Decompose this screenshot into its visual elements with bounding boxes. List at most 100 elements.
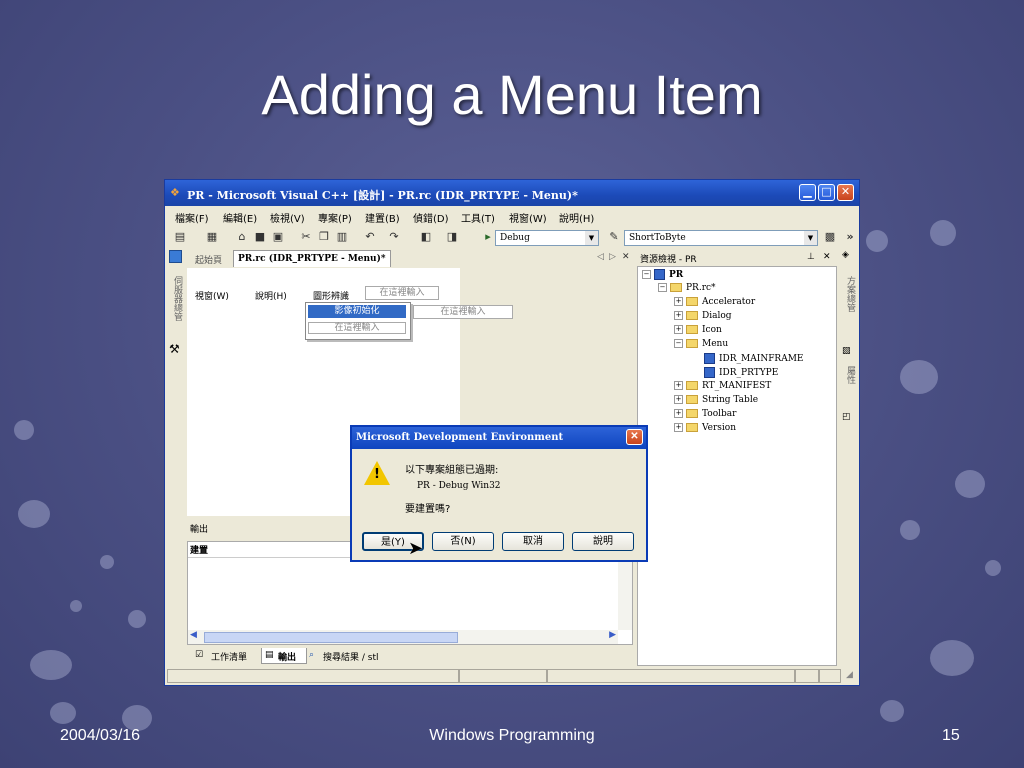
close-button[interactable]: ✕ — [837, 184, 854, 201]
bg-dot — [50, 702, 76, 724]
find-combo[interactable]: ShortToByte ▼ — [624, 230, 818, 246]
tree-item-version[interactable]: + Version — [674, 423, 736, 433]
minimize-button[interactable]: ▁ — [799, 184, 816, 201]
redo-icon[interactable]: ↷ — [387, 230, 401, 244]
expand-icon[interactable]: + — [674, 423, 683, 432]
menu-help[interactable]: 說明(H) — [559, 210, 594, 225]
expand-icon[interactable]: + — [674, 325, 683, 334]
tree-root-pr[interactable]: − PR — [642, 269, 683, 280]
dialog-close-button[interactable]: ✕ — [626, 429, 643, 445]
no-button[interactable]: 否(N) — [432, 532, 494, 551]
undo-icon[interactable]: ↶ — [363, 230, 377, 244]
bg-dot — [30, 650, 72, 680]
menu-project[interactable]: 專案(P) — [318, 210, 352, 225]
tree-item-idr-mainframe[interactable]: IDR_MAINFRAME — [704, 353, 804, 364]
scroll-thumb[interactable] — [204, 632, 458, 643]
maximize-button[interactable]: □ — [818, 184, 835, 201]
save-all-icon[interactable]: ▣ — [271, 230, 285, 244]
menu-window[interactable]: 視窗(W) — [509, 210, 547, 225]
bg-dot — [930, 640, 974, 676]
tab-close-icon[interactable]: ✕ — [622, 252, 630, 262]
tree-item-icon[interactable]: + Icon — [674, 325, 722, 335]
tab-start-page[interactable]: 起始頁 — [195, 253, 222, 266]
side-tab-solution-explorer[interactable]: 方案總管 — [841, 266, 857, 322]
copy-icon[interactable]: ❐ — [317, 230, 331, 244]
tree-item-accelerator[interactable]: + Accelerator — [674, 297, 755, 307]
toolbox-icon[interactable]: ⚒ — [169, 342, 180, 356]
type-here-submenu[interactable]: 在這裡輸入 — [308, 322, 406, 334]
expand-icon[interactable]: + — [674, 409, 683, 418]
tab-scroll-left-icon[interactable]: ◁ — [597, 252, 604, 262]
scroll-right-icon[interactable]: ▶ — [609, 630, 616, 640]
dialog-titlebar: Microsoft Development Environment ✕ — [352, 427, 646, 449]
pin-icon[interactable]: ⊥ — [807, 252, 815, 262]
class-view-icon[interactable]: ◰ — [842, 412, 851, 422]
server-explorer-icon[interactable] — [169, 250, 182, 263]
menu-build[interactable]: 建置(B) — [365, 210, 400, 225]
menu-resource-icon — [704, 353, 715, 364]
type-here-top-level[interactable]: 在這裡輸入 — [365, 286, 439, 300]
navigate-back-icon[interactable]: ◧ — [419, 230, 433, 244]
cut-icon[interactable]: ✂ — [299, 230, 313, 244]
menu-item-image-recognition[interactable]: 圖形辨識 — [313, 289, 349, 302]
expand-icon[interactable]: + — [674, 381, 683, 390]
menu-tools[interactable]: 工具(T) — [461, 210, 495, 225]
tree-item-dialog[interactable]: + Dialog — [674, 311, 732, 321]
tree-item-rt-manifest[interactable]: + RT_MANIFEST — [674, 381, 771, 391]
scroll-left-icon[interactable]: ◀ — [190, 630, 197, 640]
tab-menu-editor[interactable]: PR.rc (IDR_PRTYPE - Menu)* — [233, 250, 391, 267]
menu-edit[interactable]: 編輯(E) — [223, 210, 257, 225]
output-source-label: 建置 — [190, 546, 209, 556]
side-tab-properties[interactable]: 屬性 — [841, 360, 857, 390]
collapse-icon[interactable]: − — [674, 339, 683, 348]
options-icon[interactable]: ▩ — [823, 230, 837, 244]
search-results-icon: ⌕ — [309, 650, 315, 660]
menu-view[interactable]: 檢視(V) — [270, 210, 305, 225]
tab-search-results[interactable]: 搜尋結果 / stl — [323, 650, 378, 663]
tree-rc-file[interactable]: − PR.rc* — [658, 283, 716, 293]
pane-close-icon[interactable]: ✕ — [823, 252, 831, 262]
new-project-icon[interactable]: ▤ — [173, 230, 187, 244]
standard-toolbar: ▤ ▦ ⌂ ■ ▣ ✂ ❐ ▥ ↶ ↷ ◧ ◨ ▸ Debug ▼ ✎ Shor… — [165, 226, 859, 250]
toolbar-overflow-icon[interactable]: » — [843, 230, 857, 244]
collapse-icon[interactable]: − — [642, 270, 651, 279]
start-debug-icon[interactable]: ▸ — [481, 230, 495, 244]
cancel-button[interactable]: 取消 — [502, 532, 564, 551]
tab-task-list[interactable]: 工作清單 — [211, 650, 247, 663]
expand-icon[interactable]: + — [674, 395, 683, 404]
menu-item-window[interactable]: 視窗(W) — [195, 289, 229, 302]
dialog-message-line2: PR - Debug Win32 — [417, 481, 501, 491]
tree-item-idr-prtype[interactable]: IDR_PRTYPE — [704, 367, 778, 378]
tree-item-toolbar[interactable]: + Toolbar — [674, 409, 736, 419]
expand-icon[interactable]: + — [674, 297, 683, 306]
tree-item-menu[interactable]: − Menu — [674, 339, 728, 349]
solution-config-combo[interactable]: Debug ▼ — [495, 230, 599, 246]
vs-logo-icon: ❖ — [170, 186, 180, 199]
add-item-icon[interactable]: ▦ — [205, 230, 219, 244]
collapse-icon[interactable]: − — [658, 283, 667, 292]
save-icon[interactable]: ■ — [253, 230, 267, 244]
help-button[interactable]: 說明 — [572, 532, 634, 551]
bg-dot — [930, 220, 956, 246]
output-vscrollbar[interactable] — [618, 558, 632, 630]
open-icon[interactable]: ⌂ — [235, 230, 249, 244]
type-here-cascade[interactable]: 在這裡輸入 — [413, 305, 513, 319]
expand-icon[interactable]: + — [674, 311, 683, 320]
solution-explorer-icon[interactable]: ◈ — [842, 250, 849, 260]
side-tab-server-explorer[interactable]: 伺服器總管 — [168, 268, 184, 328]
resize-grip-icon[interactable]: ◢ — [846, 670, 853, 680]
navigate-forward-icon[interactable]: ◨ — [445, 230, 459, 244]
tab-output-active[interactable]: ▤ 輸出 — [261, 648, 307, 664]
submenu-item-image-init[interactable]: 影像初始化 — [308, 305, 406, 318]
find-in-files-icon[interactable]: ✎ — [607, 230, 621, 244]
tab-scroll-right-icon[interactable]: ▷ — [609, 252, 616, 262]
menu-debug[interactable]: 偵錯(D) — [413, 210, 449, 225]
bg-dot — [70, 600, 82, 612]
dialog-message-line3: 要建置嗎? — [405, 504, 451, 515]
output-hscrollbar[interactable]: ◀ ▶ — [188, 630, 618, 644]
properties-icon[interactable]: ▧ — [842, 346, 851, 356]
menu-item-help[interactable]: 說明(H) — [255, 289, 287, 302]
tree-item-string-table[interactable]: + String Table — [674, 395, 758, 405]
paste-icon[interactable]: ▥ — [335, 230, 349, 244]
menu-file[interactable]: 檔案(F) — [175, 210, 209, 225]
